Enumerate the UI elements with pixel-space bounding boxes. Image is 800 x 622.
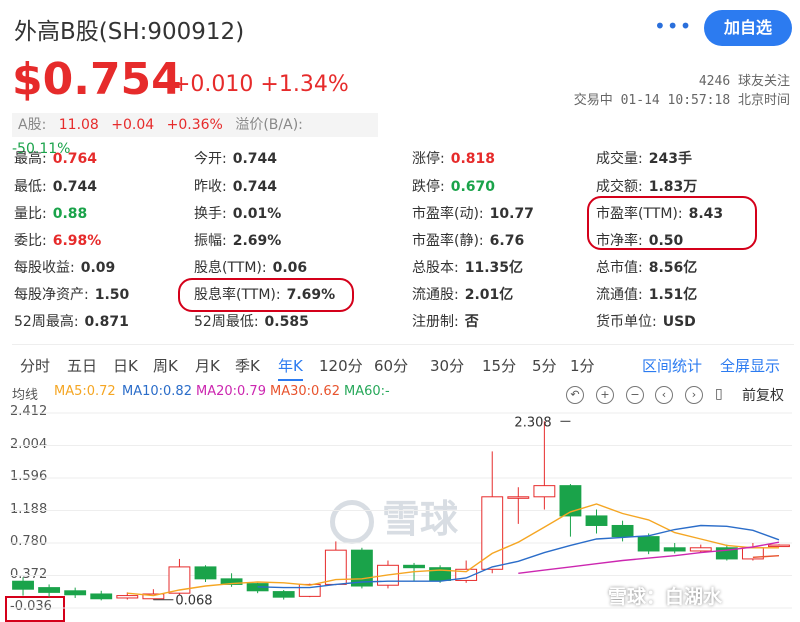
candle-body	[90, 593, 113, 600]
candle-body	[637, 536, 660, 552]
candle-body	[64, 590, 87, 596]
candle-body	[12, 580, 34, 590]
annotation-label: 2.308	[514, 415, 551, 430]
footer-watermark: 雪球：白湖水	[608, 586, 723, 608]
candle-body	[611, 524, 634, 538]
candle-body	[507, 496, 530, 499]
candle-body	[38, 587, 61, 593]
candle-body	[350, 549, 373, 587]
candle-body	[533, 485, 556, 498]
candle-body	[768, 544, 790, 548]
candle-body	[403, 564, 425, 569]
candle-body	[272, 591, 295, 598]
candle-body	[663, 547, 686, 552]
candle-body	[585, 515, 608, 526]
candle-body	[194, 566, 217, 580]
annotation-label: 0.068	[175, 594, 212, 609]
kline-chart[interactable]: 2.308 0.068	[0, 0, 800, 620]
candle-body	[116, 595, 139, 599]
candle-body	[689, 547, 712, 552]
